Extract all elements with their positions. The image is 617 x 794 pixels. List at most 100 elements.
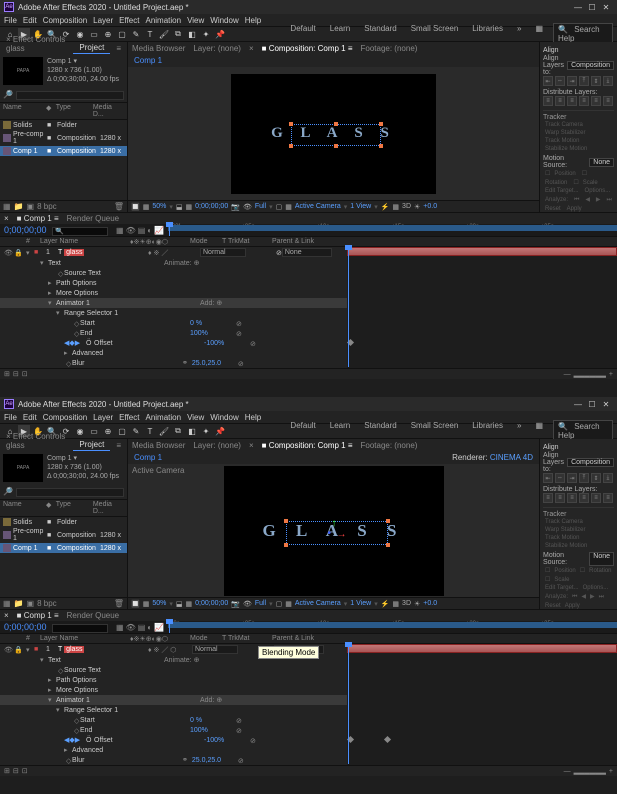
interpret-icon[interactable]: ▦ (3, 202, 11, 211)
prop-more-options[interactable]: ▸More Options (0, 685, 347, 695)
prop-start[interactable]: ◇Start0 %⊘ (0, 318, 347, 328)
track-position-checkbox[interactable]: Position (552, 170, 577, 178)
prop-animator-1[interactable]: ▾Animator 1Add: ⊕ (0, 298, 347, 308)
menu-edit[interactable]: Edit (23, 16, 37, 25)
toggle-panes-icon[interactable]: ⊡ (22, 370, 28, 378)
animate-button[interactable]: Animate: ⊕ (164, 656, 199, 664)
menu-composition[interactable]: Composition (43, 413, 87, 422)
interpret-icon[interactable]: ▦ (3, 599, 11, 608)
frame-blend-icon[interactable]: ▤ (138, 226, 146, 235)
pan-behind-tool-icon[interactable]: ⊕ (102, 425, 114, 437)
tab-close-icon[interactable]: × (249, 44, 254, 53)
prop-offset[interactable]: ◀◆▶ÖOffset-100%⊘ (0, 338, 347, 348)
edit-target-button[interactable]: Edit Target... (543, 187, 581, 195)
zoom-out-icon[interactable]: — (564, 371, 571, 378)
dist-left-icon[interactable]: ≡ (579, 493, 589, 503)
col-trkmat[interactable]: T TrkMat (222, 238, 272, 245)
align-bottom-icon[interactable]: ⤓ (603, 76, 613, 86)
eraser-tool-icon[interactable]: ◧ (186, 425, 198, 437)
timeline-search-input[interactable] (52, 624, 108, 633)
maximize-button[interactable]: ☐ (585, 398, 599, 410)
layer-row-1[interactable]: 👁 🔒 ▾ ■ 1 T glass ♦ ※ ／ Normal ⊘ None (0, 247, 347, 258)
transparency-icon[interactable]: ▦ (285, 203, 292, 211)
views-dropdown[interactable]: 1 View (350, 600, 371, 607)
effect-controls-tab[interactable]: × Effect Controls glass (0, 431, 73, 451)
selection-handle[interactable] (379, 122, 383, 126)
selection-handle[interactable] (284, 543, 288, 547)
track-scale-checkbox[interactable]: Scale (581, 179, 600, 187)
panel-menu-icon[interactable]: ≡ (110, 440, 127, 451)
prop-advanced[interactable]: ▸Advanced (0, 745, 347, 755)
puppet-tool-icon[interactable]: 📌 (214, 28, 226, 40)
analyze-fwd-icon[interactable]: ⏭ (604, 196, 613, 205)
stabilize-motion-button[interactable]: Stabilize Motion (543, 145, 589, 153)
prop-blur[interactable]: ◇Blur⚭25.0,25.0⊘ (0, 358, 347, 368)
camera-tool-icon[interactable]: ▭ (88, 28, 100, 40)
graph-editor-icon[interactable]: 📈 (154, 226, 164, 235)
menu-layer[interactable]: Layer (93, 413, 113, 422)
add-button[interactable]: Add: ⊕ (200, 696, 222, 704)
project-tab[interactable]: Project (73, 439, 110, 451)
project-item-name[interactable]: Comp 1 ▾ (47, 454, 119, 463)
dist-hcenter-icon[interactable]: ≡ (591, 96, 601, 106)
col-mode[interactable]: Mode (190, 238, 222, 245)
col-tag[interactable]: ◆ (46, 104, 56, 118)
menu-animation[interactable]: Animation (145, 16, 181, 25)
delete-icon[interactable]: 🗑 (114, 202, 124, 211)
align-left-icon[interactable]: ⇤ (543, 76, 553, 86)
dist-right-icon[interactable]: ≡ (603, 493, 613, 503)
draft3d-icon[interactable]: 3D (402, 600, 411, 607)
animate-button[interactable]: Animate: ⊕ (164, 259, 199, 267)
current-timecode[interactable]: 0;00;00;00 (0, 622, 52, 632)
timeline-ruler[interactable]: :00f 05s 10s 15s 20s 25s (168, 224, 617, 236)
exposure-value[interactable]: +0.0 (423, 203, 437, 210)
zoom-in-icon[interactable]: + (609, 768, 613, 775)
zoom-out-icon[interactable]: — (564, 768, 571, 775)
search-icon[interactable]: 🔎 (3, 487, 13, 497)
align-hcenter-icon[interactable]: ⇔ (555, 473, 565, 483)
analyze-back1-icon[interactable]: ◀ (583, 195, 592, 204)
roto-tool-icon[interactable]: ✦ (200, 28, 212, 40)
new-comp-icon[interactable]: ▣ (27, 202, 35, 211)
new-comp-icon[interactable]: ▣ (27, 599, 35, 608)
text-tool-icon[interactable]: T (144, 28, 156, 40)
dist-hcenter-icon[interactable]: ≡ (591, 493, 601, 503)
reset-button[interactable]: Reset (543, 205, 563, 213)
roto-tool-icon[interactable]: ✦ (200, 425, 212, 437)
views-dropdown[interactable]: 1 View (350, 203, 371, 210)
playhead[interactable] (169, 621, 170, 633)
offset-value[interactable]: -100% (204, 340, 240, 347)
blending-mode-dropdown[interactable]: Normal (192, 645, 238, 654)
prop-source-text[interactable]: ◇Source Text (0, 665, 347, 675)
menu-view[interactable]: View (187, 413, 204, 422)
align-top-icon[interactable]: ⤒ (579, 76, 589, 86)
view-opts-icon[interactable]: ▦ (392, 203, 399, 211)
minimize-button[interactable]: — (571, 398, 585, 410)
zoom-slider[interactable]: ▂▂▂▂▂▂ (574, 370, 606, 378)
project-search-input[interactable] (16, 488, 124, 497)
pan-behind-tool-icon[interactable]: ⊕ (102, 28, 114, 40)
align-right-icon[interactable]: ⇥ (567, 473, 577, 483)
viewport[interactable]: G L A S S (128, 67, 539, 200)
project-row-solids[interactable]: Solids■ Folder (0, 120, 127, 130)
project-item-name[interactable]: Comp 1 ▾ (47, 57, 119, 66)
composition-tab[interactable]: ■ Composition: Comp 1 ≡ (262, 441, 353, 450)
playhead[interactable] (169, 224, 170, 236)
exposure-value[interactable]: +0.0 (423, 600, 437, 607)
res-half-icon[interactable]: ⬓ (176, 203, 183, 211)
rotate-tool-icon[interactable]: ◉ (74, 425, 86, 437)
grid-icon[interactable]: ▦ (143, 203, 150, 211)
toggle-switches-icon[interactable]: ⊞ (4, 370, 10, 378)
align-vcenter-icon[interactable]: ⇕ (591, 473, 601, 483)
blur-value[interactable]: 25.0,25.0 (192, 360, 228, 367)
add-button[interactable]: Add: ⊕ (200, 299, 222, 307)
menu-effect[interactable]: Effect (119, 16, 139, 25)
channel-icon[interactable]: ▦ (186, 203, 193, 211)
layer-bar[interactable] (347, 247, 617, 256)
draft3d-icon[interactable]: 3D (402, 203, 411, 210)
prop-offset[interactable]: ◀◆▶ÖOffset-100%⊘ (0, 735, 347, 745)
tracker-options-button[interactable]: Options... (583, 187, 613, 195)
prop-start[interactable]: ◇Start0 %⊘ (0, 715, 347, 725)
footage-tab[interactable]: Footage: (none) (361, 44, 418, 53)
zoom-slider[interactable]: ▂▂▂▂▂▂ (574, 767, 606, 775)
